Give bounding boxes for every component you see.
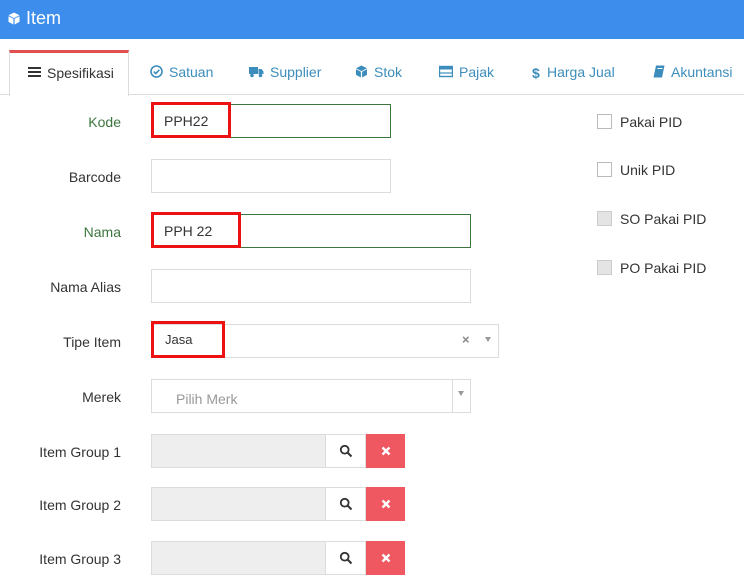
- nama-label: Nama: [83, 224, 121, 240]
- tab-harga-jual[interactable]: $ Harga Jual: [532, 50, 615, 95]
- tab-label: Pajak: [459, 64, 495, 80]
- tab-akuntansi[interactable]: Akuntansi: [653, 50, 732, 95]
- nama-alias-input[interactable]: [151, 269, 471, 303]
- search-icon: [339, 551, 352, 565]
- check-circle-icon: [150, 65, 163, 78]
- list-icon: [28, 67, 41, 77]
- close-icon: [381, 446, 390, 456]
- chevron-down-icon[interactable]: [485, 337, 491, 342]
- merek-placeholder: Pilih Merk: [176, 391, 238, 407]
- tab-label: Harga Jual: [547, 64, 615, 80]
- unik-pid-label: Unik PID: [620, 162, 676, 178]
- cube-icon: [356, 65, 367, 78]
- tab-satuan[interactable]: Satuan: [150, 50, 213, 95]
- item-group-1-input: [151, 434, 326, 468]
- po-pakai-pid-checkbox: [597, 260, 612, 275]
- item-group-1-label: Item Group 1: [39, 444, 121, 460]
- title-bar: Item: [0, 0, 744, 39]
- item-group-3-clear-button[interactable]: [366, 541, 405, 575]
- highlight-box: [151, 212, 241, 248]
- tab-label: Spesifikasi: [47, 65, 114, 81]
- tab-label: Supplier: [270, 64, 322, 80]
- tipe-item-label: Tipe Item: [63, 334, 121, 350]
- item-group-1-search-button[interactable]: [325, 434, 366, 468]
- so-pakai-pid-label: SO Pakai PID: [620, 211, 707, 227]
- tab-bar: Spesifikasi Satuan Supplier Stok Pajak $…: [0, 50, 744, 96]
- item-group-2-label: Item Group 2: [39, 497, 121, 513]
- window-title: Item: [26, 8, 62, 28]
- clear-selection-icon[interactable]: ×: [462, 332, 470, 347]
- unik-pid-checkbox[interactable]: [597, 162, 612, 177]
- search-icon: [339, 497, 352, 511]
- tab-label: Satuan: [169, 64, 214, 80]
- kode-label: Kode: [88, 114, 121, 130]
- book-icon: [653, 65, 665, 78]
- tab-label: Stok: [374, 64, 403, 80]
- highlight-box: [151, 321, 225, 358]
- dollar-icon: $: [532, 65, 540, 81]
- pakai-pid-checkbox[interactable]: [597, 114, 612, 129]
- item-group-3-input: [151, 541, 326, 575]
- item-group-1-clear-button[interactable]: [366, 434, 405, 468]
- cube-icon: [8, 12, 20, 25]
- barcode-label: Barcode: [68, 169, 121, 185]
- close-icon: [381, 499, 390, 509]
- highlight-box: [151, 102, 231, 138]
- tab-spesifikasi[interactable]: Spesifikasi: [9, 50, 129, 96]
- tab-label: Akuntansi: [671, 64, 733, 80]
- so-pakai-pid-checkbox: [597, 211, 612, 226]
- nama-alias-label: Nama Alias: [50, 279, 121, 295]
- merek-label: Merek: [82, 389, 121, 405]
- item-group-2-input: [151, 487, 326, 521]
- select-divider: [452, 380, 453, 412]
- truck-icon: [249, 67, 264, 78]
- close-icon: [381, 553, 390, 563]
- tab-stok[interactable]: Stok: [355, 50, 402, 95]
- po-pakai-pid-label: PO Pakai PID: [620, 260, 707, 276]
- search-icon: [339, 444, 352, 458]
- chevron-down-icon[interactable]: [458, 391, 464, 396]
- table-icon: [439, 65, 453, 78]
- tab-pajak[interactable]: Pajak: [439, 50, 494, 95]
- item-group-3-label: Item Group 3: [39, 551, 121, 567]
- tab-supplier[interactable]: Supplier: [249, 50, 321, 95]
- pakai-pid-label: Pakai PID: [620, 114, 683, 130]
- item-group-2-clear-button[interactable]: [366, 487, 405, 521]
- item-group-2-search-button[interactable]: [325, 487, 366, 521]
- item-group-3-search-button[interactable]: [325, 541, 366, 575]
- barcode-input[interactable]: [151, 159, 391, 193]
